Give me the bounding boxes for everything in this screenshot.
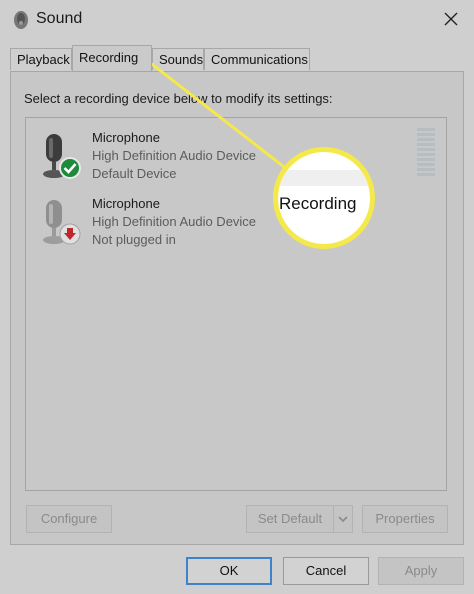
- callout-text: Recording: [279, 194, 357, 213]
- callout-pointer: [143, 56, 289, 172]
- tab-recording[interactable]: Recording: [72, 45, 152, 71]
- callout-magnifier: Recording: [273, 147, 375, 249]
- sound-dialog: Sound Playback Recording Sounds Communic…: [0, 0, 474, 594]
